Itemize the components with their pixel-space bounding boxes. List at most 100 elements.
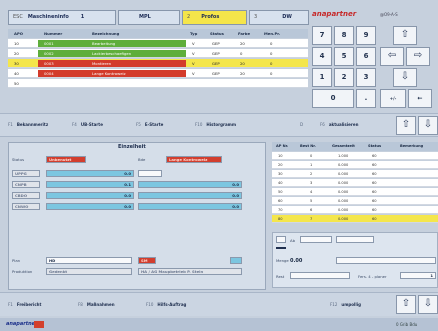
arrow-left-icon[interactable]: ⇦: [380, 47, 404, 66]
key-dot[interactable]: .: [356, 89, 376, 108]
cell-nummer: 0001: [44, 41, 54, 46]
cell-typ: V: [192, 51, 195, 56]
key-8[interactable]: 8: [334, 26, 354, 45]
bde-label: Bde: [138, 157, 146, 162]
fkey-f4[interactable]: F4 UB-Starte: [72, 122, 103, 127]
key-3[interactable]: 3: [356, 68, 376, 87]
cell-apo: 40: [14, 71, 19, 76]
cell-apo: 20: [14, 51, 19, 56]
detail-dropdown-a[interactable]: [300, 236, 332, 243]
scroll-up-icon[interactable]: ⇧: [396, 116, 416, 135]
row-label-0: UPPG: [12, 170, 40, 177]
list-item[interactable]: 10 0 1.000 60: [272, 152, 438, 160]
cell-men: 0: [270, 71, 273, 76]
fkey-f1[interactable]: F1 Bekannmeritz: [8, 122, 48, 127]
fkey-toolbar-bottom: [0, 292, 438, 316]
produktion-field: Gedenkt: [46, 268, 132, 275]
row-value-a-2[interactable]: 0.0: [46, 192, 134, 199]
backspace-icon[interactable]: ←: [408, 89, 432, 108]
fkey-f6[interactable]: F6 aktualisieren: [320, 122, 358, 127]
rt-cell-best: 6: [310, 208, 313, 212]
rt-cell-best: 7: [310, 217, 313, 221]
row-label-3: CNWO: [12, 203, 40, 210]
fkey-d[interactable]: D: [300, 122, 307, 127]
key-5[interactable]: 5: [334, 47, 354, 66]
rt-cell-st: 60: [372, 190, 377, 194]
row-value-b-3[interactable]: 0.0: [138, 203, 242, 210]
status-indicator: [34, 321, 44, 328]
list-item[interactable]: 80 7 0.000 60: [272, 215, 438, 223]
key-0[interactable]: 0: [312, 89, 354, 108]
cell-men: 0: [270, 61, 273, 66]
cell-apo: 10: [14, 41, 19, 46]
row-value-b-2[interactable]: 0.0: [138, 192, 242, 199]
sm-indicator: [230, 257, 242, 264]
list-item[interactable]: 20 1 0.000 60: [272, 161, 438, 169]
arrow-up-icon[interactable]: ⇧: [393, 26, 417, 45]
row-value-a-0[interactable]: 0.0: [46, 170, 134, 177]
rt-cell-st: 60: [372, 208, 377, 212]
rt-cell-ap: 80: [278, 217, 283, 221]
detail-rest-field[interactable]: [290, 272, 350, 279]
fkey-bottom-f10[interactable]: F10 Hilfs-Auftrag: [146, 302, 186, 307]
row-status-color: [38, 60, 186, 67]
rt-cell-st: 60: [372, 154, 377, 158]
table-row[interactable]: 30 0003 Montieren V GEP 20 0: [8, 59, 308, 68]
table-row[interactable]: 20 0002 Lackierbeschaefigen V GEP 0 0: [8, 49, 308, 58]
scroll-down-icon[interactable]: ⇩: [418, 116, 438, 135]
row-value-a-3[interactable]: 0.0: [46, 203, 134, 210]
table-row[interactable]: 50: [8, 79, 308, 88]
detail-menge-field[interactable]: [336, 257, 436, 264]
fkey-bottom-f1[interactable]: F1 Freibericht: [8, 302, 41, 307]
list-item[interactable]: 50 4 0.000 60: [272, 188, 438, 196]
detail-pos-field[interactable]: 1: [400, 272, 436, 279]
list-item[interactable]: 40 3 0.000 60: [272, 179, 438, 187]
list-item[interactable]: 70 6 0.000 60: [272, 206, 438, 214]
sm-description-field: HA / AG Maupbetrieb P. Stein: [138, 268, 242, 275]
arrow-right-icon[interactable]: ⇨: [406, 47, 430, 66]
detail-menge-label: Menge: [276, 258, 289, 263]
row-value-b-0[interactable]: [138, 170, 162, 177]
key-4[interactable]: 4: [312, 47, 332, 66]
cell-status: GEP: [212, 71, 220, 76]
cell-farbe: 20: [240, 41, 245, 46]
rt-cell-ap: 60: [278, 199, 283, 203]
fkey-f10[interactable]: F10 Historgramm: [195, 122, 236, 127]
table-row[interactable]: 40 0004 Lange Kontroweiz V GEP 20 0: [8, 69, 308, 78]
tab-maschineninfo[interactable]: ESC Maschineninfo 1: [8, 10, 116, 25]
tab-mpl[interactable]: MPL: [118, 10, 180, 25]
key-9[interactable]: 9: [356, 26, 376, 45]
sm-field: SM: [138, 257, 156, 264]
rt-cell-st: 60: [372, 181, 377, 185]
list-item[interactable]: 60 5 0.000 60: [272, 197, 438, 205]
tab-dw[interactable]: 3 DW: [249, 10, 309, 25]
rt-cell-ges: 1.000: [338, 154, 349, 158]
rt-cell-st: 60: [372, 172, 377, 176]
cell-bez: Bearbeitung: [92, 41, 116, 46]
list-item[interactable]: 30 2 0.000 60: [272, 170, 438, 178]
table-row[interactable]: 10 0001 Bearbeitung V GEP 20 0: [8, 39, 308, 48]
key-plus-minus[interactable]: +/-: [380, 89, 406, 108]
page-up-icon[interactable]: ⇧: [396, 295, 416, 314]
rt-cell-best: 2: [310, 172, 313, 176]
row-value-b-1[interactable]: 0.0: [138, 181, 242, 188]
cell-typ: V: [192, 41, 195, 46]
arrow-down-icon[interactable]: ⇩: [393, 68, 417, 87]
page-down-icon[interactable]: ⇩: [418, 295, 438, 314]
rt-cell-st: 60: [372, 199, 377, 203]
cell-apo: 30: [14, 61, 19, 66]
detail-checkbox[interactable]: [276, 236, 286, 243]
plan-field[interactable]: HD: [46, 257, 132, 264]
tab-profos[interactable]: 2 Profos: [182, 10, 247, 25]
key-7[interactable]: 7: [312, 26, 332, 45]
status-bar: anapartner 0 Grib Bdu: [0, 318, 438, 331]
fkey-f5[interactable]: F5 E-Starte: [136, 122, 163, 127]
cell-typ: V: [192, 71, 195, 76]
key-6[interactable]: 6: [356, 47, 376, 66]
key-2[interactable]: 2: [334, 68, 354, 87]
key-1[interactable]: 1: [312, 68, 332, 87]
fkey-bottom-f12[interactable]: F12 umpollig: [330, 302, 361, 307]
detail-dropdown-b[interactable]: [336, 236, 374, 243]
fkey-bottom-f8[interactable]: F8 Maßnahmen: [78, 302, 115, 307]
row-value-a-1[interactable]: 0.1: [46, 181, 134, 188]
